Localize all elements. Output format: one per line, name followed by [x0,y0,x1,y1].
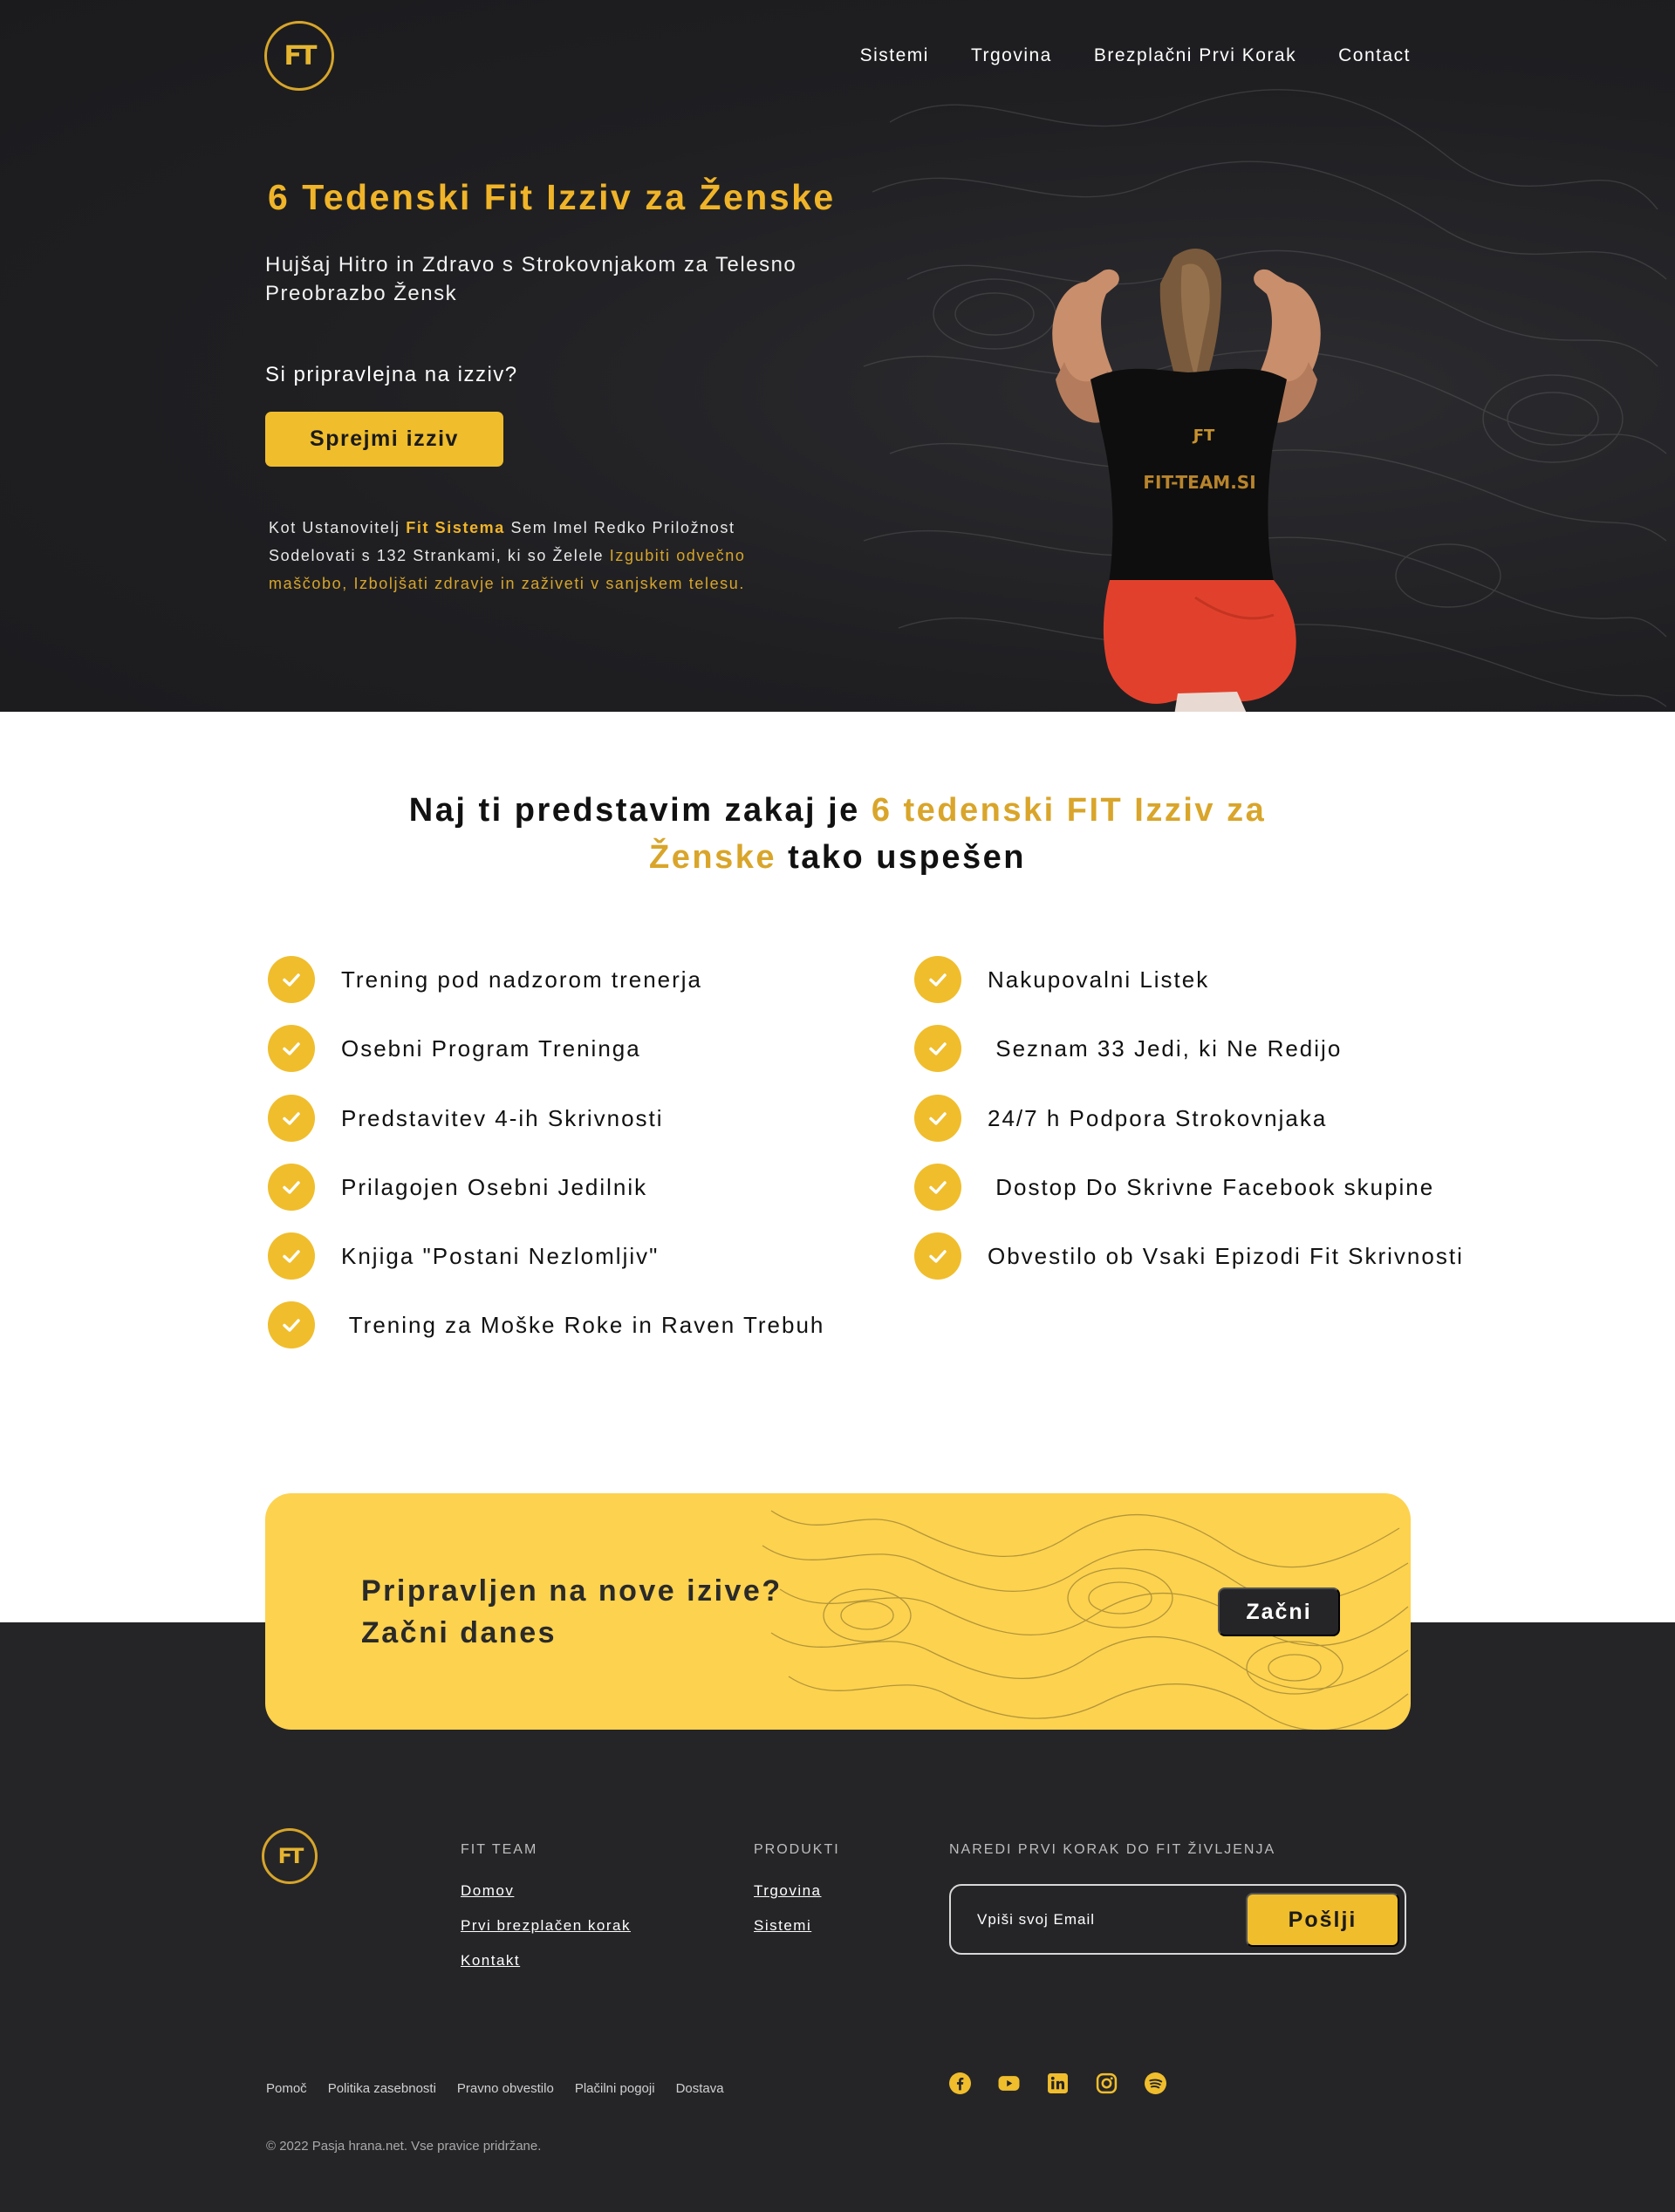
feature-item: Nakupovalni Listek [914,956,1209,1003]
footer-logo-text: FT [277,1844,304,1868]
hero-woman-image: ƑT FIT-TEAM.SI [1052,249,1321,712]
feature-item: Trening za Moške Roke in Raven Trebuh [268,1301,824,1348]
facebook-icon[interactable] [949,2072,971,2094]
legal-link-dostava[interactable]: Dostava [676,2081,724,2096]
feature-label: Trening za Moške Roke in Raven Trebuh [341,1311,825,1338]
newsletter-form: Pošlji [949,1884,1406,1955]
youtube-icon[interactable] [998,2072,1020,2094]
check-icon [268,1025,315,1072]
check-icon [268,1164,315,1211]
feature-label: Trening pod nadzorom trenerja [341,966,703,993]
hero-section: FT Sistemi Trgovina Brezplačni Prvi Kora… [0,0,1675,712]
feature-item: 24/7 h Podpora Strokovnjaka [914,1095,1327,1142]
feature-item: Seznam 33 Jedi, ki Ne Redijo [914,1025,1342,1072]
feature-item: Obvestilo ob Vsaki Epizodi Fit Skrivnost… [914,1232,1464,1280]
feature-label: 24/7 h Podpora Strokovnjaka [988,1104,1328,1131]
start-button[interactable]: Začni [1218,1587,1340,1636]
footer-col-fit-team-title: FIT TEAM [461,1842,538,1857]
logo-text: FT [284,40,318,72]
feature-label: Knjiga "Postani Nezlomljiv" [341,1242,660,1269]
feature-item: Dostop Do Skrivne Facebook skupine [914,1164,1434,1211]
nav-contact[interactable]: Contact [1338,45,1411,66]
footer-col-produkti-title: PRODUKTI [754,1842,840,1857]
features-title: Naj ti predstavim zakaj je 6 tedenski FI… [401,787,1274,881]
cta-line-1: Pripravljen na nove izive? [361,1574,783,1608]
feature-item: Osebni Program Treninga [268,1025,641,1072]
check-icon [268,956,315,1003]
legal-links: Pomoč Politika zasebnosti Pravno obvesti… [266,2081,724,2096]
send-button[interactable]: Pošlji [1246,1893,1399,1947]
footer-link-sistemi[interactable]: Sistemi [754,1917,811,1935]
hero-text-1: Kot Ustanovitelj [269,519,407,536]
check-icon [914,1095,961,1142]
check-icon [268,1232,315,1280]
footer-link-prvi-korak[interactable]: Prvi brezplačen korak [461,1917,631,1935]
main-nav: Sistemi Trgovina Brezplačni Prvi Korak C… [860,45,1411,66]
feature-label: Predstavitev 4-ih Skrivnosti [341,1104,664,1131]
instagram-icon[interactable] [1096,2072,1118,2094]
feature-label: Prilagojen Osebni Jedilnik [341,1173,648,1200]
legal-link-pravno-obvestilo[interactable]: Pravno obvestilo [457,2081,554,2096]
legal-link-placilni-pogoji[interactable]: Plačilni pogoji [575,2081,655,2096]
feature-item: Knjiga "Postani Nezlomljiv" [268,1232,659,1280]
cta-line-2: Začni danes [361,1616,557,1649]
email-input[interactable] [977,1905,1239,1935]
hero-title: 6 Tedenski Fit Izziv za Ženske [268,177,836,217]
cta-text: Pripravljen na nove izive? Začni danes [361,1570,783,1654]
footer-link-trgovina[interactable]: Trgovina [754,1882,822,1900]
social-icons [949,2072,1166,2094]
newsletter-title: NAREDI PRVI KORAK DO FIT ŽIVLJENJA [949,1842,1276,1857]
feature-label: Nakupovalni Listek [988,966,1210,993]
hero-question: Si pripravlejna na izziv? [265,363,518,386]
check-icon [914,1025,961,1072]
check-icon [914,1164,961,1211]
nav-sistemi[interactable]: Sistemi [860,45,929,66]
feature-item: Predstavitev 4-ih Skrivnosti [268,1095,664,1142]
feature-label: Dostop Do Skrivne Facebook skupine [988,1173,1435,1200]
footer-link-kontakt[interactable]: Kontakt [461,1952,520,1970]
check-icon [268,1301,315,1348]
hero-description: Kot Ustanovitelj Fit Sistema Sem Imel Re… [269,514,810,597]
check-icon [268,1095,315,1142]
check-icon [914,1232,961,1280]
feature-label: Seznam 33 Jedi, ki Ne Redijo [988,1034,1343,1062]
feature-item: Prilagojen Osebni Jedilnik [268,1164,647,1211]
shirt-text: FIT-TEAM.SI [1143,472,1255,493]
copyright: © 2022 Pasja hrana.net. Vse pravice prid… [266,2139,542,2154]
check-icon [914,956,961,1003]
nav-trgovina[interactable]: Trgovina [971,45,1052,66]
feature-item: Trening pod nadzorom trenerja [268,956,702,1003]
feature-label: Obvestilo ob Vsaki Epizodi Fit Skrivnost… [988,1242,1464,1269]
hero-text-highlight: Fit Sistema [406,519,505,536]
feature-label: Osebni Program Treninga [341,1034,641,1062]
logo[interactable]: FT [264,21,334,91]
cta-banner: Pripravljen na nove izive? Začni danes Z… [265,1493,1411,1730]
accept-challenge-button[interactable]: Sprejmi izziv [265,412,503,467]
legal-link-pomoc[interactable]: Pomoč [266,2081,307,2096]
nav-brezplacni-prvi-korak[interactable]: Brezplačni Prvi Korak [1094,45,1296,66]
legal-link-politika-zasebnosti[interactable]: Politika zasebnosti [328,2081,436,2096]
spotify-icon[interactable] [1145,2072,1166,2094]
features-title-2: tako uspešen [776,839,1026,876]
footer-link-domov[interactable]: Domov [461,1882,514,1900]
shirt-logo: ƑT [1192,427,1215,445]
footer-logo[interactable]: FT [262,1828,318,1884]
features-title-1: Naj ti predstavim zakaj je [408,792,872,829]
hero-subtitle: Hujšaj Hitro in Zdravo s Strokovnjakom z… [265,253,797,305]
linkedin-icon[interactable] [1047,2072,1069,2094]
